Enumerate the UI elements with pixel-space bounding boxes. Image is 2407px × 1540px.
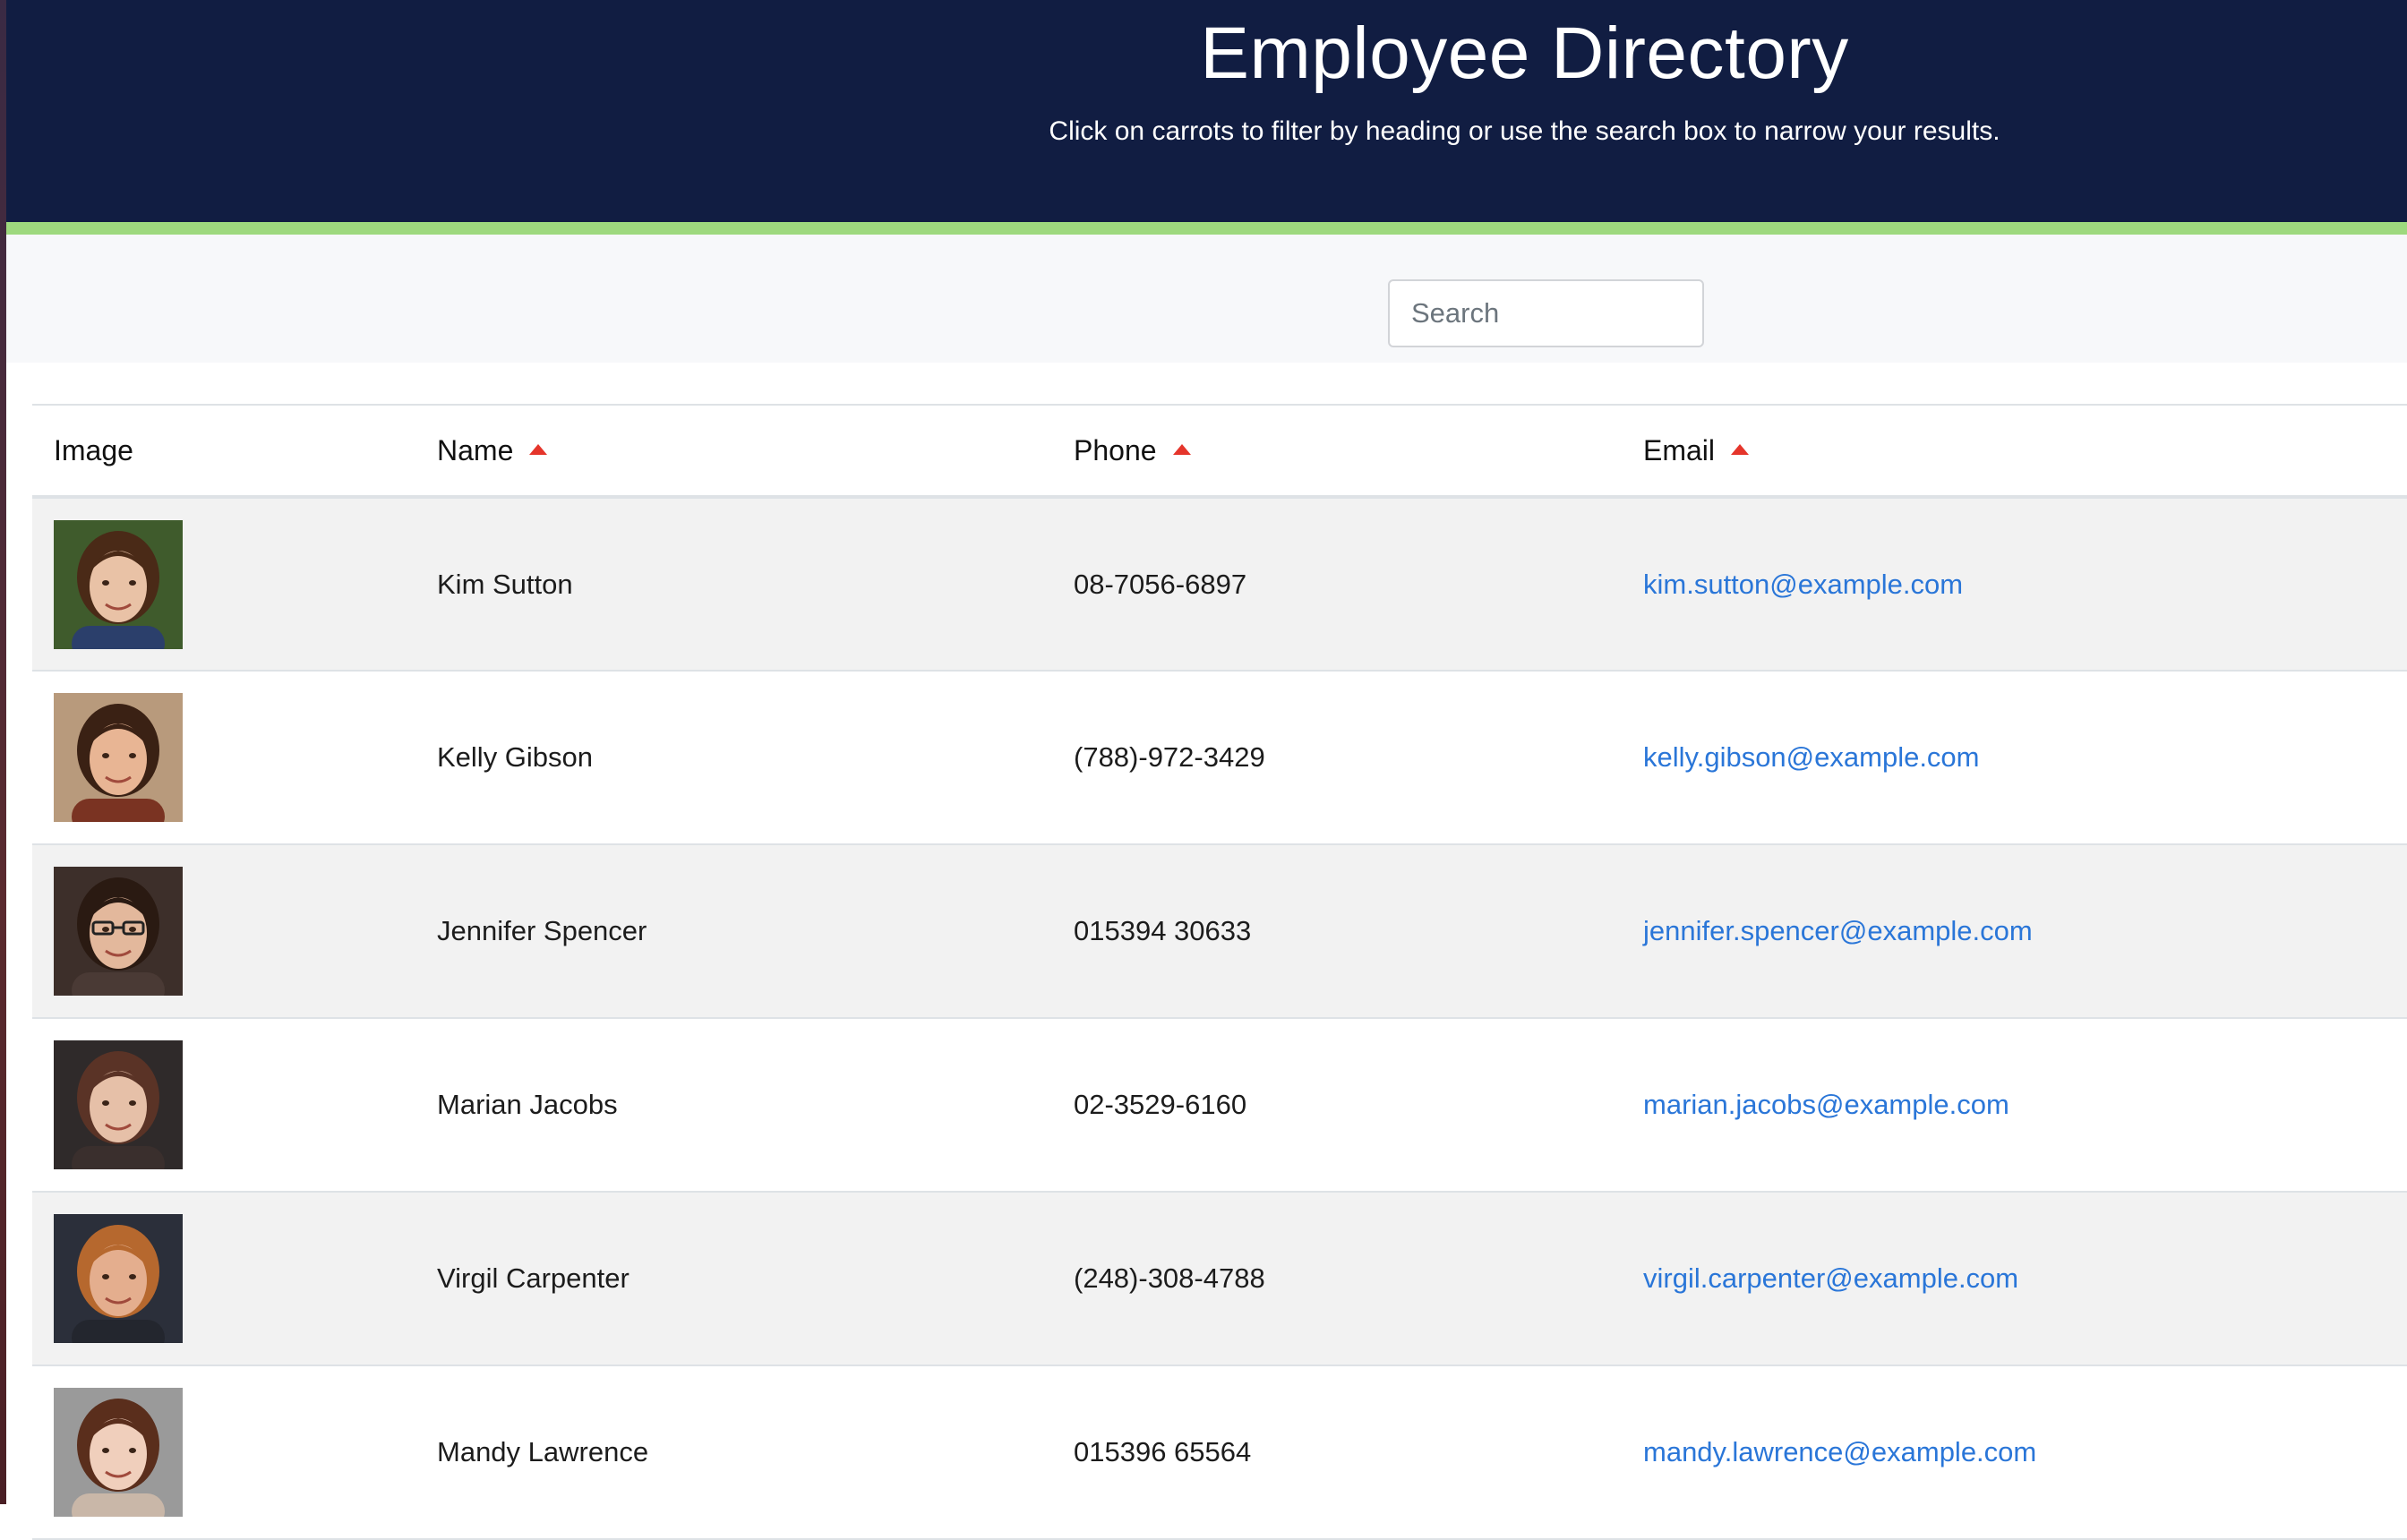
column-header-phone[interactable]: Phone [1074, 404, 1643, 499]
table-row: Kim Sutton 08-7056-6897 kim.sutton@example… [32, 497, 2407, 672]
cell-email: kim.sutton@example.com [1643, 497, 2407, 672]
cell-phone: 015394 30633 [1074, 844, 1643, 1019]
column-header-image-label: Image [54, 433, 133, 466]
avatar [54, 519, 183, 649]
cell-name: Marian Jacobs [437, 1018, 1074, 1193]
sort-phone-caret-icon[interactable] [1172, 444, 1191, 455]
cell-name: Kim Sutton [437, 497, 1074, 672]
email-link[interactable]: virgil.carpenter@example.com [1643, 1262, 2018, 1294]
window-edge [0, 0, 6, 1504]
cell-email: jennifer.spencer@example.com [1643, 844, 2407, 1019]
cell-image [32, 844, 437, 1019]
search-input[interactable] [1388, 279, 1704, 347]
cell-email: mandy.lawrence@example.com [1643, 1365, 2407, 1540]
cell-phone: 02-3529-6160 [1074, 1018, 1643, 1193]
table-row: Jennifer Spencer 015394 30633 jennifer.spe… [32, 844, 2407, 1019]
sort-email-caret-icon[interactable] [1731, 444, 1750, 455]
avatar [54, 693, 183, 822]
avatar [54, 1040, 183, 1169]
employee-table: Image Name Phone Email Kim Sutton 08-7056… [32, 404, 2407, 1540]
table-row: Virgil Carpenter (248)-308-4788 virgil.car… [32, 1192, 2407, 1366]
cell-image [32, 1365, 437, 1540]
avatar [54, 1214, 183, 1343]
column-header-phone-label: Phone [1074, 433, 1157, 466]
column-header-email-label: Email [1643, 433, 1716, 466]
table-row: Marian Jacobs 02-3529-6160 marian.jacobs@e… [32, 1018, 2407, 1193]
avatar [54, 1388, 183, 1517]
cell-email: marian.jacobs@example.com [1643, 1018, 2407, 1193]
search-bar [6, 235, 2407, 363]
cell-image [32, 497, 437, 672]
page-subtitle: Click on carrots to filter by heading or… [1049, 116, 2000, 146]
cell-phone: 08-7056-6897 [1074, 497, 1643, 672]
email-link[interactable]: jennifer.spencer@example.com [1643, 915, 2033, 946]
cell-name: Jennifer Spencer [437, 844, 1074, 1019]
column-header-image: Image [32, 404, 437, 499]
column-header-email[interactable]: Email [1643, 404, 2407, 499]
email-link[interactable]: mandy.lawrence@example.com [1643, 1436, 2036, 1467]
cell-email: virgil.carpenter@example.com [1643, 1192, 2407, 1366]
employee-table-container: Image Name Phone Email Kim Sutton 08-7056… [32, 404, 2407, 1540]
cell-image [32, 1018, 437, 1193]
page-title: Employee Directory [1200, 13, 1849, 94]
email-link[interactable]: kelly.gibson@example.com [1643, 741, 1980, 773]
cell-phone: (248)-308-4788 [1074, 1192, 1643, 1366]
header-row: Image Name Phone Email [32, 404, 2407, 499]
table-header: Image Name Phone Email [32, 404, 2407, 499]
cell-name: Virgil Carpenter [437, 1192, 1074, 1366]
cell-phone: (788)-972-3429 [1074, 671, 1643, 845]
table-row: Mandy Lawrence 015396 65564 mandy.lawrence… [32, 1365, 2407, 1540]
cell-name: Mandy Lawrence [437, 1365, 1074, 1540]
column-header-name-label: Name [437, 433, 514, 466]
avatar [54, 867, 183, 996]
sort-name-caret-icon[interactable] [529, 444, 548, 455]
cell-email: kelly.gibson@example.com [1643, 671, 2407, 845]
table-body: Kim Sutton 08-7056-6897 kim.sutton@example… [32, 497, 2407, 1540]
page-header: Employee Directory Click on carrots to f… [6, 0, 2407, 235]
column-header-name[interactable]: Name [437, 404, 1074, 499]
email-link[interactable]: marian.jacobs@example.com [1643, 1089, 2009, 1120]
cell-image [32, 671, 437, 845]
cell-name: Kelly Gibson [437, 671, 1074, 845]
cell-phone: 015396 65564 [1074, 1365, 1643, 1540]
email-link[interactable]: kim.sutton@example.com [1643, 569, 1963, 600]
cell-image [32, 1192, 437, 1366]
table-row: Kelly Gibson (788)-972-3429 kelly.gibson@e… [32, 671, 2407, 845]
